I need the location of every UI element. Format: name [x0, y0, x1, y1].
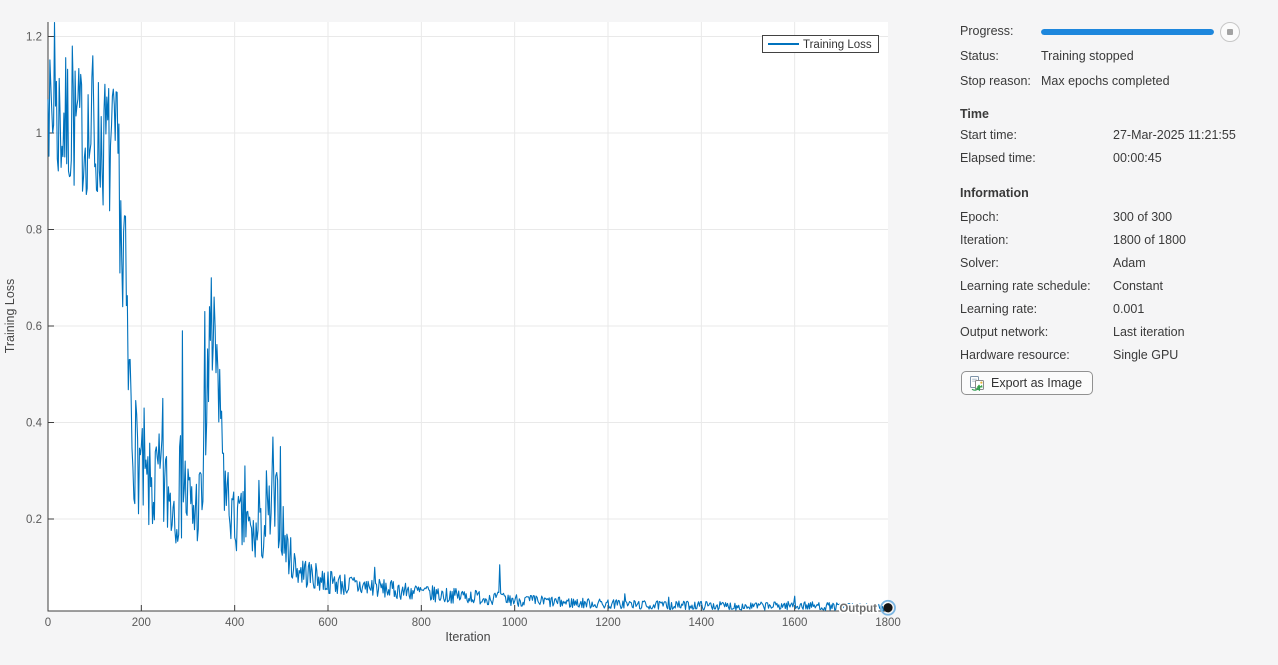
svg-text:200: 200: [132, 617, 151, 629]
svg-text:400: 400: [225, 617, 244, 629]
training-info-panel: Progress: Status: Training stopped Stop …: [960, 0, 1278, 665]
hardware-resource-label: Hardware resource:: [960, 348, 1070, 362]
lr-schedule-value: Constant: [1113, 279, 1163, 293]
svg-text:800: 800: [412, 617, 431, 629]
svg-text:1800: 1800: [875, 617, 901, 629]
stop-reason-value: Max epochs completed: [1041, 74, 1170, 88]
plot-background: [48, 22, 888, 611]
learning-rate-label: Learning rate:: [960, 302, 1037, 316]
x-tick-labels: 0 200 400 600 800 1000 1200 1400 1600 1800: [45, 617, 901, 629]
export-as-image-button[interactable]: Export as Image: [961, 371, 1093, 395]
epoch-value: 300 of 300: [1113, 210, 1172, 224]
y-tick-labels: 0.2 0.4 0.6 0.8 1 1.2: [26, 32, 43, 527]
status-value: Training stopped: [1041, 49, 1134, 63]
solver-value: Adam: [1113, 256, 1146, 270]
export-as-image-label: Export as Image: [991, 376, 1082, 390]
progress-bar: [1041, 29, 1214, 35]
x-axis-label: Iteration: [445, 630, 490, 644]
svg-text:1.2: 1.2: [26, 32, 42, 44]
svg-text:0.4: 0.4: [26, 418, 43, 430]
epoch-label: Epoch:: [960, 210, 999, 224]
elapsed-time-label: Elapsed time:: [960, 151, 1036, 165]
progress-bar-fill: [1041, 29, 1214, 35]
svg-text:1000: 1000: [502, 617, 528, 629]
lr-schedule-label: Learning rate schedule:: [960, 279, 1091, 293]
svg-text:0.2: 0.2: [26, 514, 42, 526]
svg-text:Output: Output: [839, 603, 877, 615]
elapsed-time-value: 00:00:45: [1113, 151, 1162, 165]
svg-text:Training Loss: Training Loss: [803, 39, 872, 51]
hardware-resource-value: Single GPU: [1113, 348, 1178, 362]
training-progress-window: 0 200 400 600 800 1000 1200 1400 1600 1800 0.2 0.4…: [0, 0, 1278, 665]
output-network-value: Last iteration: [1113, 325, 1185, 339]
svg-text:0.6: 0.6: [26, 321, 42, 333]
solver-label: Solver:: [960, 256, 999, 270]
svg-text:1: 1: [36, 128, 42, 140]
start-time-label: Start time:: [960, 128, 1017, 142]
export-image-icon: [969, 375, 985, 391]
svg-text:1400: 1400: [689, 617, 715, 629]
time-section-header: Time: [960, 107, 989, 124]
output-network-label: Output network:: [960, 325, 1048, 339]
start-time-value: 27-Mar-2025 11:21:55: [1113, 128, 1236, 142]
svg-text:1200: 1200: [595, 617, 621, 629]
svg-text:0.8: 0.8: [26, 225, 42, 237]
stop-reason-label: Stop reason:: [960, 74, 1031, 88]
legend: Training Loss: [763, 36, 879, 53]
iteration-value: 1800 of 1800: [1113, 233, 1186, 247]
y-axis-label: Training Loss: [3, 279, 17, 354]
loss-chart-svg: 0 200 400 600 800 1000 1200 1400 1600 1800 0.2 0.4…: [0, 0, 940, 665]
svg-text:1600: 1600: [782, 617, 808, 629]
information-section-header: Information: [960, 186, 1029, 203]
svg-text:0: 0: [45, 617, 51, 629]
learning-rate-value: 0.001: [1113, 302, 1144, 316]
svg-text:600: 600: [318, 617, 337, 629]
iteration-label: Iteration:: [960, 233, 1009, 247]
progress-label: Progress:: [960, 24, 1014, 38]
stop-icon: [1227, 29, 1233, 35]
training-plot: 0 200 400 600 800 1000 1200 1400 1600 1800 0.2 0.4…: [0, 0, 940, 665]
stop-button[interactable]: [1220, 22, 1240, 42]
status-label: Status:: [960, 49, 999, 63]
